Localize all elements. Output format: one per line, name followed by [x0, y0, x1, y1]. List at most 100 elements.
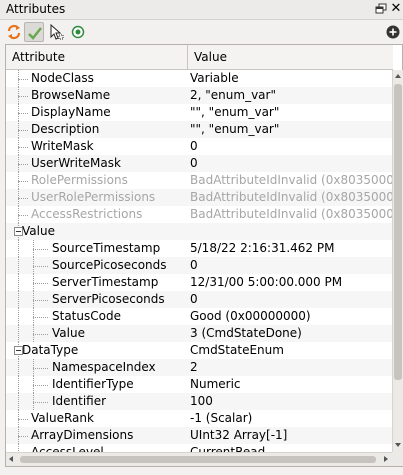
- table-row[interactable]: ServerPicoseconds 0: [6, 291, 392, 308]
- attribute-value: 5/18/22 2:16:31.462 PM: [190, 241, 335, 255]
- scroll-up-arrow-icon[interactable]: [393, 70, 403, 82]
- tree-line: [18, 130, 28, 131]
- float-window-icon[interactable]: [375, 3, 387, 15]
- tree-line: [18, 274, 19, 291]
- table-row[interactable]: Value: [6, 223, 392, 240]
- attribute-value: "", "enum_var": [190, 105, 280, 119]
- table-row[interactable]: WriteMask 0: [6, 138, 392, 155]
- attribute-value: Good (0x00000000): [190, 309, 311, 323]
- attribute-name: SourcePicoseconds: [52, 258, 167, 272]
- panel-title: Attributes: [6, 2, 66, 16]
- tree-line: [33, 266, 48, 267]
- plus-circle-icon[interactable]: [386, 25, 400, 39]
- tree-line: [18, 198, 28, 199]
- cursor-select-icon[interactable]: [46, 22, 66, 42]
- horizontal-scrollbar[interactable]: [6, 452, 392, 466]
- tree-line: [18, 436, 28, 437]
- refresh-icon[interactable]: [4, 22, 24, 42]
- vertical-scrollbar[interactable]: [392, 70, 403, 452]
- toolbar: [0, 20, 403, 44]
- tree-line: [33, 249, 48, 250]
- tree-line: [18, 79, 28, 80]
- tree-line: [33, 317, 48, 318]
- attribute-name: BrowseName: [31, 88, 111, 102]
- tree-line: [18, 291, 19, 308]
- tree-line: [18, 96, 28, 97]
- table-row[interactable]: NodeClass Variable: [6, 70, 392, 87]
- table-row[interactable]: SourceTimestamp 5/18/22 2:16:31.462 PM: [6, 240, 392, 257]
- attribute-value: 2: [190, 360, 198, 374]
- column-header-attribute[interactable]: Attribute: [6, 45, 188, 69]
- attribute-name: RolePermissions: [31, 173, 128, 187]
- scroll-down-arrow-icon[interactable]: [393, 439, 403, 451]
- table-row[interactable]: ServerTimestamp 12/31/00 5:00:00.000 PM: [6, 274, 392, 291]
- tree-line: [18, 181, 28, 182]
- attribute-value: BadAttributeIdInvalid (0x80350000): [190, 173, 392, 187]
- attributes-table: Attribute Value NodeClass Variable BrowseN…: [5, 44, 403, 467]
- attribute-name: ArrayDimensions: [31, 428, 134, 442]
- attribute-name: UserRolePermissions: [31, 190, 156, 204]
- table-row[interactable]: Value 3 (CmdStateDone): [6, 325, 392, 342]
- attribute-name: UserWriteMask: [31, 156, 121, 170]
- scrollbar-corner: [392, 452, 403, 466]
- tree-line: [18, 164, 28, 165]
- tree-line: [18, 308, 19, 325]
- attribute-value: CurrentRead: [190, 445, 266, 452]
- tree-line: [18, 215, 28, 216]
- tree-line: [18, 376, 19, 393]
- column-header-value[interactable]: Value: [188, 45, 393, 69]
- table-row[interactable]: DataType CmdStateEnum: [6, 342, 392, 359]
- attribute-value: Numeric: [190, 377, 241, 391]
- table-row[interactable]: DisplayName "", "enum_var": [6, 104, 392, 121]
- tree-line: [18, 444, 19, 452]
- attribute-value: CmdStateEnum: [190, 343, 284, 357]
- attribute-name: NodeClass: [31, 71, 94, 85]
- attribute-name: DisplayName: [31, 105, 111, 119]
- attribute-name: Value: [52, 326, 85, 340]
- close-x-icon[interactable]: ✕: [390, 1, 402, 17]
- panel-titlebar: Attributes ✕: [0, 0, 403, 20]
- scroll-left-arrow-icon[interactable]: [6, 453, 18, 466]
- vertical-scroll-thumb[interactable]: [394, 84, 402, 380]
- tree-line: [18, 419, 28, 420]
- table-row[interactable]: AccessLevel CurrentRead: [6, 444, 392, 452]
- attribute-value: -1 (Scalar): [190, 411, 253, 425]
- table-row[interactable]: ValueRank -1 (Scalar): [6, 410, 392, 427]
- attribute-name: Identifier: [52, 394, 107, 408]
- attribute-name: NamespaceIndex: [52, 360, 156, 374]
- table-row[interactable]: RolePermissions BadAttributeIdInvalid (0x…: [6, 172, 392, 189]
- table-row[interactable]: UserWriteMask 0: [6, 155, 392, 172]
- attribute-name: StatusCode: [52, 309, 121, 323]
- attribute-value: BadAttributeIdInvalid (0x80350000): [190, 190, 392, 204]
- table-row[interactable]: IdentifierType Numeric: [6, 376, 392, 393]
- scroll-right-arrow-icon[interactable]: [380, 453, 392, 466]
- tree-line: [18, 359, 19, 376]
- tree-line: [33, 368, 48, 369]
- tree-line: [33, 334, 48, 335]
- radio-target-icon[interactable]: [68, 22, 88, 42]
- attribute-value: 0: [190, 258, 198, 272]
- table-row[interactable]: SourcePicoseconds 0: [6, 257, 392, 274]
- attribute-value: 0: [190, 156, 198, 170]
- table-row[interactable]: AccessRestrictions BadAttributeIdInvalid …: [6, 206, 392, 223]
- attribute-name: ServerTimestamp: [52, 275, 159, 289]
- table-row[interactable]: Identifier 100: [6, 393, 392, 410]
- attribute-name: DataType: [22, 343, 79, 357]
- table-row[interactable]: BrowseName 2, "enum_var": [6, 87, 392, 104]
- attribute-value: "", "enum_var": [190, 122, 280, 136]
- tree-line: [33, 283, 48, 284]
- attribute-name: Value: [22, 224, 55, 238]
- checkmark-icon[interactable]: [24, 22, 44, 42]
- horizontal-scroll-thumb[interactable]: [20, 456, 376, 463]
- table-row[interactable]: ArrayDimensions UInt32 Array[-1]: [6, 427, 392, 444]
- tree-line: [18, 147, 28, 148]
- attribute-name: IdentifierType: [52, 377, 134, 391]
- attribute-name: AccessRestrictions: [31, 207, 143, 221]
- table-row[interactable]: UserRolePermissions BadAttributeIdInvalid…: [6, 189, 392, 206]
- attribute-value: 100: [190, 394, 213, 408]
- table-row[interactable]: Description "", "enum_var": [6, 121, 392, 138]
- attribute-value: 2, "enum_var": [190, 88, 276, 102]
- table-row[interactable]: StatusCode Good (0x00000000): [6, 308, 392, 325]
- table-header: Attribute Value: [6, 45, 393, 70]
- table-row[interactable]: NamespaceIndex 2: [6, 359, 392, 376]
